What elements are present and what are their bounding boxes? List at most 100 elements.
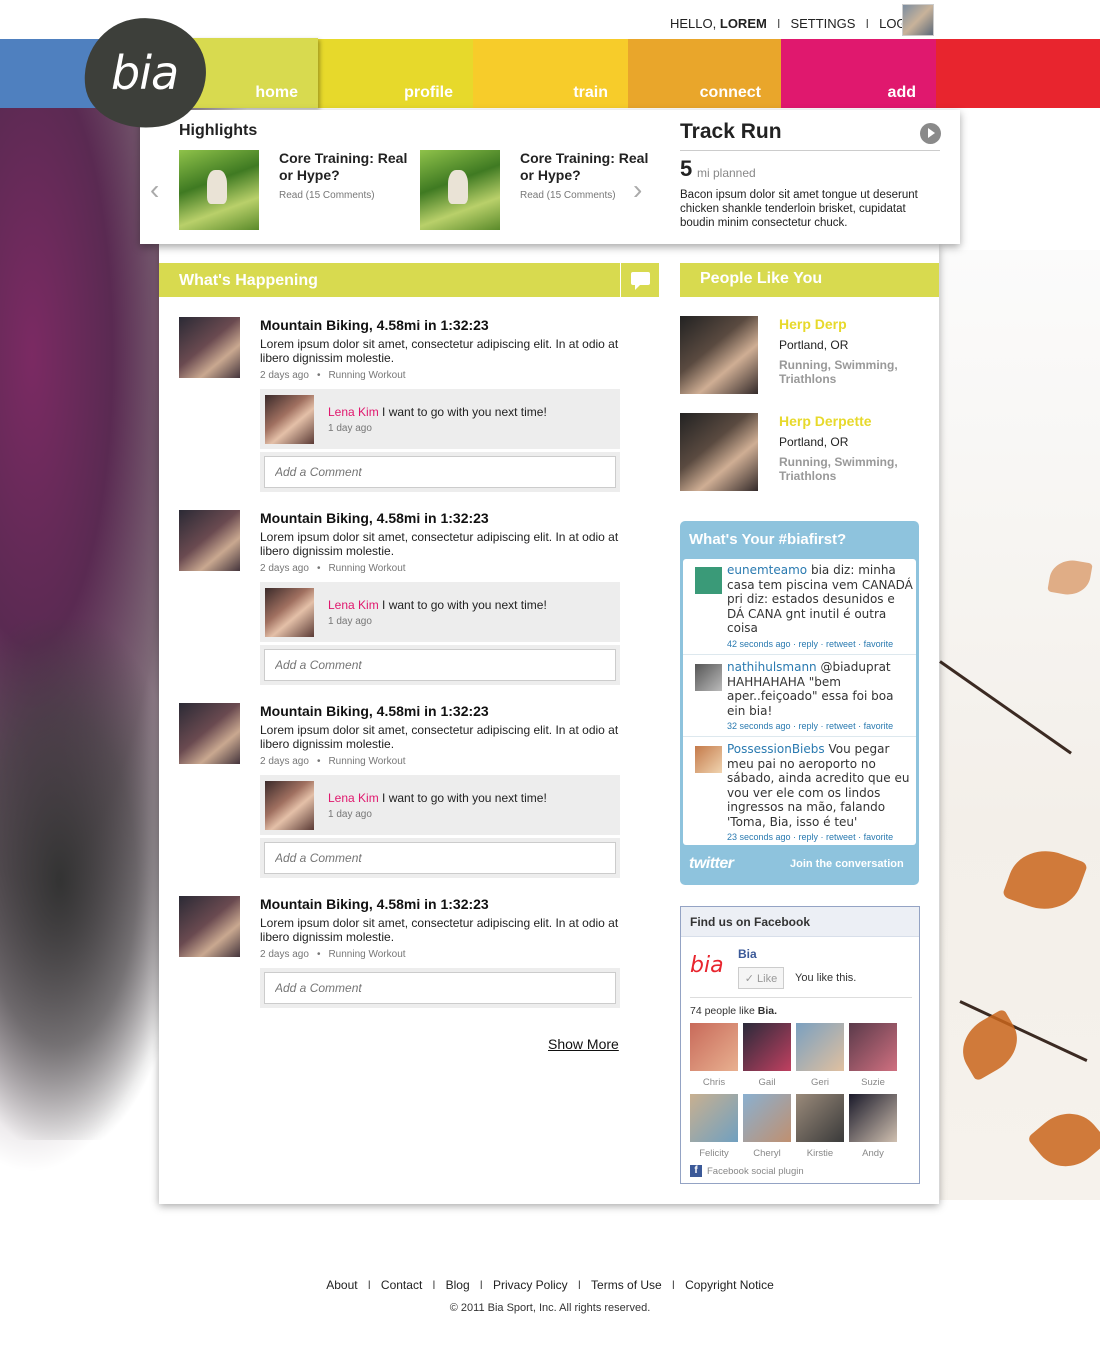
chevron-left-icon[interactable]: ‹ <box>150 176 170 204</box>
footer-link-about[interactable]: About <box>326 1278 357 1292</box>
fan-name[interactable]: Suzie <box>849 1077 897 1088</box>
comment-author[interactable]: Lena Kim <box>328 405 379 419</box>
highlight-title[interactable]: Core Training: Real or Hype? <box>279 150 409 184</box>
speech-bubble-icon[interactable] <box>620 263 659 297</box>
feed-title[interactable]: Mountain Biking, 4.58mi in 1:32:23 <box>260 317 489 333</box>
tweet-meta[interactable]: 32 seconds ago · reply · retweet · favor… <box>727 721 893 731</box>
nav-tab-add[interactable]: add <box>781 39 936 108</box>
tweet: eunemteamo bia diz: minha casa tem pisci… <box>683 559 916 655</box>
fan-name[interactable]: Geri <box>796 1077 844 1088</box>
tweet-meta[interactable]: 42 seconds ago · reply · retweet · favor… <box>727 639 893 649</box>
comment-avatar[interactable] <box>265 588 314 637</box>
add-comment-input[interactable] <box>264 649 616 681</box>
facebook-page-name[interactable]: Bia <box>738 947 757 961</box>
nav-tab-train[interactable]: train <box>473 39 628 108</box>
nav-home-label[interactable]: home <box>255 84 298 102</box>
twitter-logo[interactable]: twitter <box>689 855 734 873</box>
highlight-item[interactable]: Core Training: Real or Hype? Read (15 Co… <box>179 150 409 230</box>
fan[interactable]: Felicity <box>690 1094 738 1159</box>
footer-link-privacy[interactable]: Privacy Policy <box>493 1278 568 1292</box>
facebook-plugin-credit[interactable]: f Facebook social plugin <box>690 1165 804 1177</box>
fan[interactable]: Kirstie <box>796 1094 844 1159</box>
add-comment-input[interactable] <box>264 972 616 1004</box>
feed-title[interactable]: Mountain Biking, 4.58mi in 1:32:23 <box>260 896 489 912</box>
fan[interactable]: Geri <box>796 1023 844 1088</box>
tweet-avatar[interactable] <box>695 746 722 773</box>
feed-title[interactable]: Mountain Biking, 4.58mi in 1:32:23 <box>260 510 489 526</box>
fan[interactable]: Cheryl <box>743 1094 791 1159</box>
fan-name[interactable]: Felicity <box>690 1148 738 1159</box>
fan-photo[interactable] <box>796 1023 844 1071</box>
fan-name[interactable]: Kirstie <box>796 1148 844 1159</box>
tweet-avatar[interactable] <box>695 567 722 594</box>
footer-link-terms[interactable]: Terms of Use <box>591 1278 662 1292</box>
like-button[interactable]: ✓ Like <box>738 967 784 989</box>
highlight-thumbnail[interactable] <box>179 150 259 230</box>
fan-photo[interactable] <box>849 1023 897 1071</box>
nav-profile-label[interactable]: profile <box>404 84 453 102</box>
fan[interactable]: Chris <box>690 1023 738 1088</box>
user-avatar[interactable] <box>902 4 934 36</box>
fan-photo[interactable] <box>743 1094 791 1142</box>
feed-type[interactable]: Running Workout <box>328 949 405 960</box>
fan-name[interactable]: Gail <box>743 1077 791 1088</box>
fan[interactable]: Gail <box>743 1023 791 1088</box>
fan[interactable]: Andy <box>849 1094 897 1159</box>
feed-type[interactable]: Running Workout <box>328 563 405 574</box>
highlight-item[interactable]: Core Training: Real or Hype? Read (15 Co… <box>420 150 650 230</box>
comment-avatar[interactable] <box>265 395 314 444</box>
feed-avatar[interactable] <box>179 896 240 957</box>
footer-link-copyright[interactable]: Copyright Notice <box>685 1278 774 1292</box>
footer-link-contact[interactable]: Contact <box>381 1278 422 1292</box>
comment-author[interactable]: Lena Kim <box>328 598 379 612</box>
tweet-user[interactable]: eunemteamo <box>727 563 807 577</box>
meta-separator: • <box>316 563 321 574</box>
facebook-plugin-text[interactable]: Facebook social plugin <box>707 1166 804 1177</box>
tweet-avatar[interactable] <box>695 664 722 691</box>
feed-avatar[interactable] <box>179 510 240 571</box>
add-comment-input[interactable] <box>264 456 616 488</box>
tweet-list[interactable]: eunemteamo bia diz: minha casa tem pisci… <box>683 559 916 845</box>
add-comment-input[interactable] <box>264 842 616 874</box>
play-icon[interactable] <box>920 123 941 144</box>
meta-separator: • <box>316 756 321 767</box>
tweet-user[interactable]: nathihulsmann <box>727 660 817 674</box>
tweet-meta[interactable]: 23 seconds ago · reply · retweet · favor… <box>727 832 893 842</box>
fan-name[interactable]: Cheryl <box>743 1148 791 1159</box>
highlight-title[interactable]: Core Training: Real or Hype? <box>520 150 650 184</box>
feed-type[interactable]: Running Workout <box>328 756 405 767</box>
fan-photo[interactable] <box>690 1023 738 1071</box>
settings-link[interactable]: SETTINGS <box>790 16 855 31</box>
fan-name[interactable]: Chris <box>690 1077 738 1088</box>
person-avatar[interactable] <box>680 413 758 491</box>
bia-page-logo[interactable]: bia <box>690 953 724 978</box>
join-conversation-link[interactable]: Join the conversation <box>790 858 904 870</box>
highlight-thumbnail[interactable] <box>420 150 500 230</box>
feed-avatar[interactable] <box>179 703 240 764</box>
fan-photo[interactable] <box>690 1094 738 1142</box>
feed-type[interactable]: Running Workout <box>328 370 405 381</box>
fan[interactable]: Suzie <box>849 1023 897 1088</box>
fan-photo[interactable] <box>849 1094 897 1142</box>
show-more-link[interactable]: Show More <box>548 1036 619 1052</box>
comment-author[interactable]: Lena Kim <box>328 791 379 805</box>
highlight-meta[interactable]: Read (15 Comments) <box>279 190 375 201</box>
fan-name[interactable]: Andy <box>849 1148 897 1159</box>
fan-photo[interactable] <box>796 1094 844 1142</box>
feed-avatar[interactable] <box>179 317 240 378</box>
nav-train-label[interactable]: train <box>573 84 608 102</box>
person-name[interactable]: Herp Derp <box>779 316 847 332</box>
comment-avatar[interactable] <box>265 781 314 830</box>
nav-connect-label[interactable]: connect <box>700 84 761 102</box>
nav-add-label[interactable]: add <box>888 84 916 102</box>
fan-photo[interactable] <box>743 1023 791 1071</box>
footer-link-blog[interactable]: Blog <box>446 1278 470 1292</box>
chevron-right-icon[interactable]: › <box>633 176 653 204</box>
tweet-user[interactable]: PossessionBiebs <box>727 742 825 756</box>
highlight-meta[interactable]: Read (15 Comments) <box>520 190 616 201</box>
person-avatar[interactable] <box>680 316 758 394</box>
feed-title[interactable]: Mountain Biking, 4.58mi in 1:32:23 <box>260 703 489 719</box>
nav-tab-profile[interactable]: profile <box>318 39 473 108</box>
person-name[interactable]: Herp Derpette <box>779 413 872 429</box>
nav-tab-connect[interactable]: connect <box>628 39 781 108</box>
